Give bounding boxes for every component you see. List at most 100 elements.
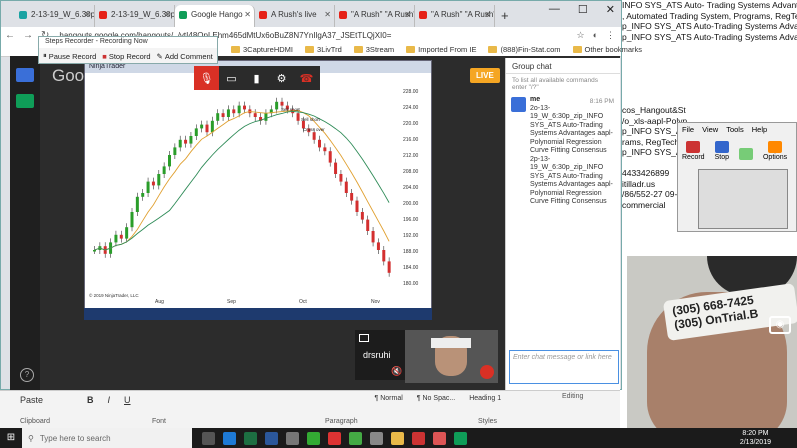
tab-close-icon[interactable]: ✕	[244, 10, 251, 19]
participant-tile[interactable]: drsruhi 🔇	[355, 330, 405, 380]
bandwidth-button[interactable]: ▮	[244, 66, 269, 90]
mic-muted-button[interactable]: 🎙	[194, 66, 219, 90]
menu-icon[interactable]: ⋮	[606, 30, 615, 41]
style-nospace[interactable]: ¶ No Spac...	[417, 395, 455, 405]
tab-close-icon[interactable]: ✕	[84, 10, 91, 19]
bookmark-item[interactable]: (888)Fin-Stat.com	[488, 45, 561, 54]
bookmark-label: Imported From IE	[418, 45, 477, 54]
candle-body	[151, 181, 155, 186]
red-app-icon[interactable]	[412, 431, 425, 445]
tab-4[interactable]: "A Rush" "A Rush" ✕	[335, 5, 415, 27]
settings-button[interactable]: ⚙	[269, 66, 294, 90]
star-icon[interactable]: ☆	[576, 30, 584, 41]
tab-3[interactable]: A Rush's live ✕	[255, 5, 335, 27]
chart-annotation: Cross over	[303, 127, 325, 132]
bookmark-item[interactable]: 3Stream	[353, 45, 394, 54]
bookmark-item[interactable]: 3CaptureHDMI	[231, 45, 293, 54]
tab-close-icon[interactable]: ✕	[404, 10, 411, 19]
candle-body	[280, 101, 284, 106]
bookmark-item[interactable]: 3LivTrd	[305, 45, 342, 54]
chrome2-icon[interactable]	[349, 431, 362, 445]
y-tick-label: 212.00	[403, 153, 419, 159]
new-tab-button[interactable]: +	[495, 8, 515, 27]
folder-icon	[488, 46, 498, 53]
close-button[interactable]: ✕	[606, 3, 615, 16]
maximize-button[interactable]: ☐	[578, 3, 588, 16]
word-icon[interactable]	[265, 431, 278, 445]
candle-body	[205, 124, 209, 133]
chat-icon[interactable]	[16, 68, 34, 82]
bookmark-item[interactable]: Other bookmarks	[572, 45, 642, 54]
camera-icon[interactable]: ◉	[769, 316, 791, 334]
app-icon[interactable]	[286, 431, 299, 445]
explorer-icon[interactable]	[391, 431, 404, 445]
minimize-button[interactable]: —	[549, 3, 560, 16]
avatar	[511, 97, 526, 112]
candle-body	[323, 147, 327, 152]
candle-body	[141, 193, 145, 197]
menu-help[interactable]: Help	[752, 125, 767, 134]
media-icon[interactable]	[370, 431, 383, 445]
candle-body	[334, 162, 338, 174]
chrome-icon[interactable]	[328, 431, 341, 445]
extension-icon[interactable]: ◐	[593, 30, 598, 41]
tab-close-icon[interactable]: ✕	[484, 10, 491, 19]
y-tick-label: 204.00	[403, 185, 419, 191]
call-controls: 🎙 ▭ ▮ ⚙ ☎	[194, 66, 320, 90]
doc-line	[620, 95, 797, 106]
options-button[interactable]: Options	[763, 141, 787, 161]
record-button[interactable]: Record	[682, 141, 705, 161]
candle-body	[226, 109, 230, 117]
edge-icon[interactable]	[223, 431, 236, 445]
back-icon[interactable]: ←	[1, 30, 19, 41]
play-button[interactable]	[738, 148, 753, 161]
shared-screen-taskbar	[84, 308, 432, 320]
chrome3-icon[interactable]	[433, 431, 446, 445]
end-call-button[interactable]: ☎	[294, 66, 319, 90]
menu-view[interactable]: View	[702, 125, 718, 134]
tab-close-icon[interactable]: ✕	[164, 10, 171, 19]
bookmark-item[interactable]: Imported From IE	[406, 45, 476, 54]
camera-app-toolbar: Record Stop Options	[678, 135, 796, 163]
style-heading1[interactable]: Heading 1	[469, 395, 501, 405]
start-button[interactable]: ⊞	[0, 428, 22, 448]
participant-video[interactable]	[405, 330, 498, 383]
bold-button[interactable]: B	[87, 395, 94, 405]
help-icon[interactable]: ?	[20, 368, 34, 382]
menu-tools[interactable]: Tools	[726, 125, 744, 134]
tab-2[interactable]: Google Hango ✕	[175, 5, 255, 27]
styles-group-label: Styles	[478, 418, 498, 425]
excel-icon[interactable]	[244, 431, 257, 445]
signal-icon: ▮	[253, 72, 260, 85]
tab-1[interactable]: 2-13-19_W_6.30p ✕	[95, 5, 175, 27]
present-icon[interactable]	[16, 94, 34, 108]
tab-0[interactable]: 2-13-19_W_6.30p ✕	[15, 5, 95, 27]
pause-record-button[interactable]: ⏸ Pause Record	[43, 51, 96, 61]
stop-button[interactable]: Stop	[715, 141, 729, 161]
forward-icon[interactable]: →	[19, 30, 37, 41]
font-group-label: Font	[152, 418, 167, 425]
hangouts-task-icon[interactable]	[454, 431, 467, 445]
stop-record-button[interactable]: ■ Stop Record	[102, 51, 150, 61]
taskbar-search[interactable]: ⚲ Type here to search	[22, 428, 192, 448]
task-view-icon[interactable]	[202, 431, 215, 445]
y-tick-label: 216.00	[403, 137, 419, 143]
camera-off-button[interactable]: ▭	[219, 66, 244, 90]
folder-icon	[305, 46, 315, 53]
menu-file[interactable]: File	[682, 125, 694, 134]
add-comment-button[interactable]: ✎ Add Comment	[157, 51, 213, 61]
candle-body	[184, 139, 188, 144]
style-normal[interactable]: ¶ Normal	[375, 395, 403, 405]
candle-body	[339, 174, 343, 182]
doc-line	[620, 42, 797, 53]
underline-button[interactable]: U	[124, 395, 131, 405]
tab-close-icon[interactable]: ✕	[324, 10, 331, 19]
paste-button[interactable]: Paste	[20, 395, 43, 405]
italic-button[interactable]: I	[108, 395, 111, 405]
candle-body	[114, 234, 118, 243]
tab-5[interactable]: "A Rush" "A Rush" ✕	[415, 5, 495, 27]
chat-input[interactable]: Enter chat message or link here	[509, 350, 619, 384]
steps-recorder-title: Steps Recorder - Recording Now	[39, 37, 217, 48]
tab-label: Google Hango	[191, 10, 243, 19]
green-app-icon[interactable]	[307, 431, 320, 445]
